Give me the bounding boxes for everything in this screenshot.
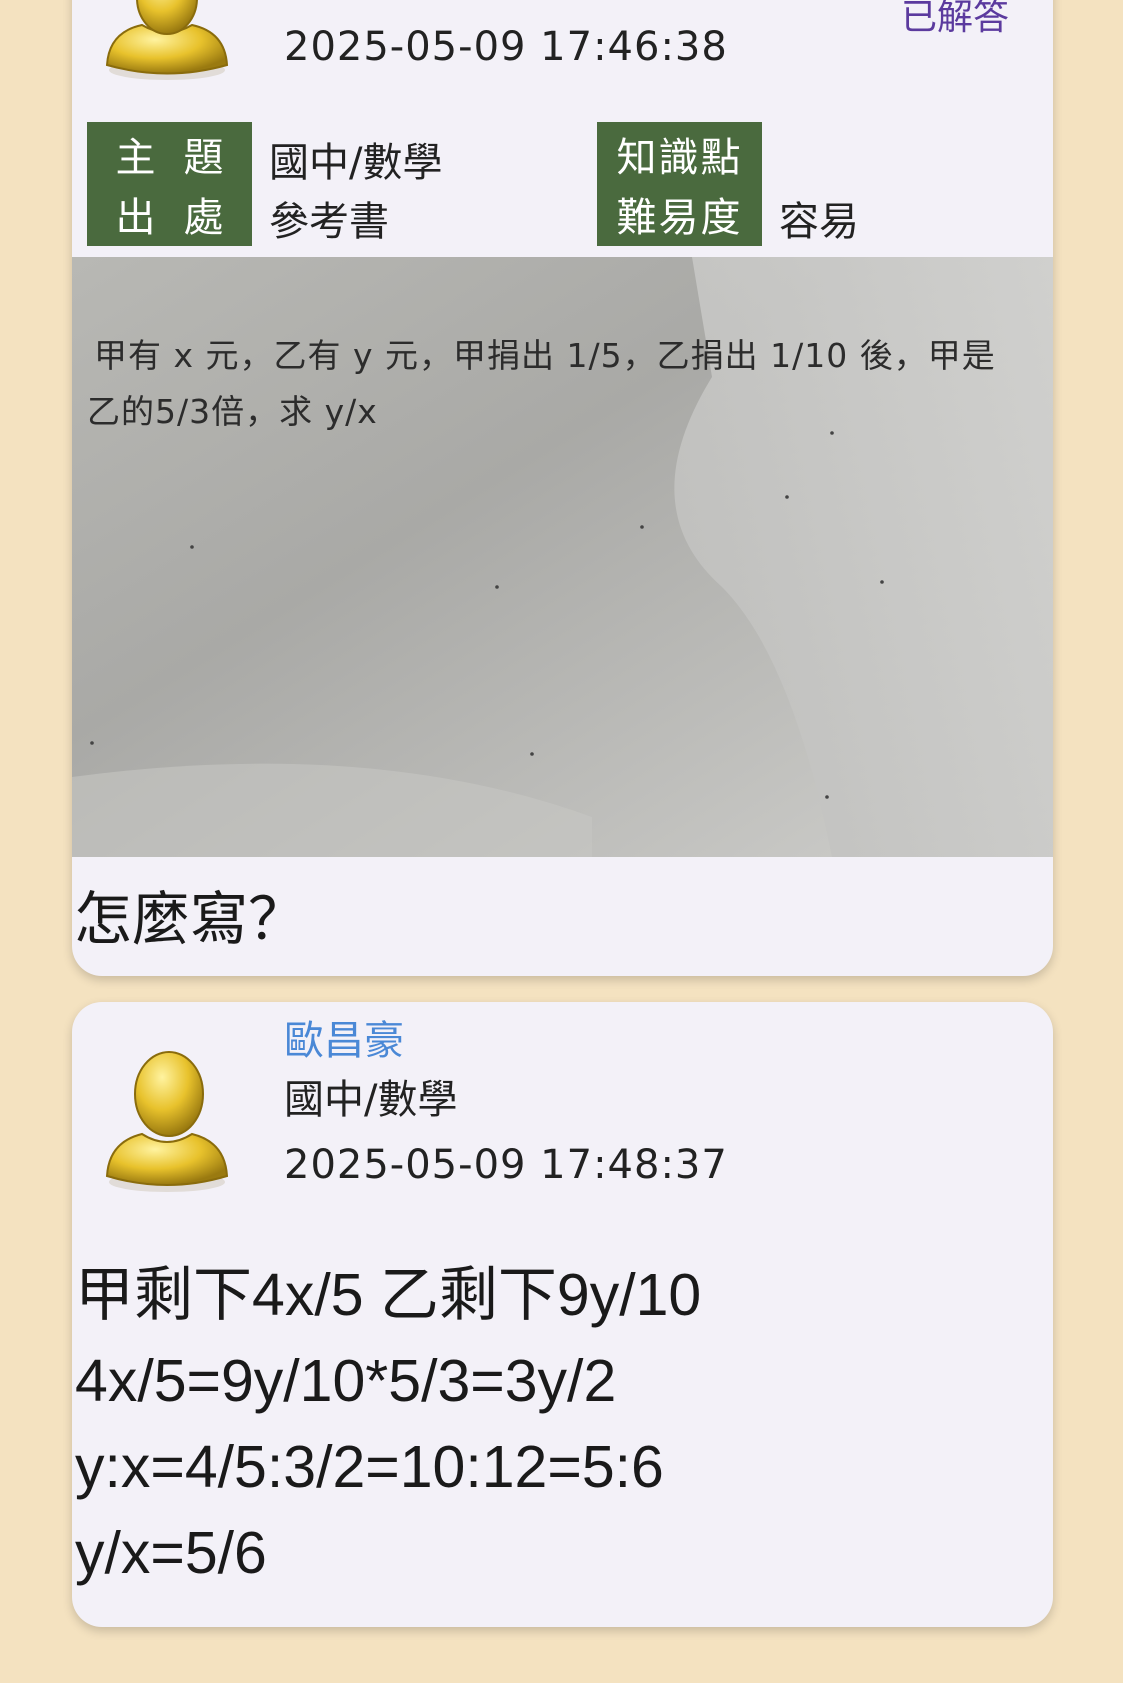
source-label: 出處 <box>115 195 252 241</box>
user-avatar-icon[interactable] <box>97 0 237 130</box>
source-value: 參考書 <box>269 199 389 245</box>
topic-label: 主題 <box>115 135 252 181</box>
difficulty-value: 容易 <box>779 199 859 245</box>
answer-line: y/x=5/6 <box>75 1520 267 1586</box>
user-avatar-icon[interactable] <box>97 1044 237 1204</box>
author-name[interactable]: 歐昌豪 <box>284 1008 404 1066</box>
photo-text-line-2: 乙的5/3倍，求 y/x <box>87 392 378 431</box>
question-photo[interactable]: 甲有 x 元，乙有 y 元，甲捐出 1/5，乙捐出 1/10 後，甲是 乙的5/… <box>72 257 1053 857</box>
question-text: 怎麼寫？ <box>74 885 307 953</box>
topic-value: 國中/數學 <box>269 140 443 186</box>
answer-timestamp: 2025-05-09 17:48:37 <box>284 1142 728 1188</box>
answer-line: y:x=4/5:3/2=10:12=5:6 <box>75 1434 664 1500</box>
photo-text-line-1: 甲有 x 元，乙有 y 元，甲捐出 1/5，乙捐出 1/10 後，甲是 <box>94 336 996 375</box>
answer-card: 歐昌豪 國中/數學 2025-05-09 17:48:37 甲剩下4x/5 乙剩… <box>72 1002 1053 1627</box>
post-timestamp: 2025-05-09 17:46:38 <box>284 24 728 70</box>
knowledge-point-label: 知識點 <box>616 135 743 181</box>
answer-line: 4x/5=9y/10*5/3=3y/2 <box>75 1348 617 1414</box>
question-card: 已解答 2025-05-09 17:46:38 主題 出處 國中/數學 參考書 … <box>72 0 1053 976</box>
answer-subject: 國中/數學 <box>284 1077 458 1123</box>
topic-source-label-box: 主題 出處 <box>87 122 252 246</box>
question-info-grid: 主題 出處 國中/數學 參考書 知識點 難易度 容易 <box>87 122 1037 246</box>
answer-body: 甲剩下4x/5 乙剩下9y/10 4x/5=9y/10*5/3=3y/2 y:x… <box>75 1252 701 1596</box>
answer-line: 甲剩下4x/5 乙剩下9y/10 <box>75 1262 702 1328</box>
knowledge-difficulty-label-box: 知識點 難易度 <box>597 122 762 246</box>
difficulty-label: 難易度 <box>616 195 743 241</box>
status-badge: 已解答 <box>900 0 1009 38</box>
